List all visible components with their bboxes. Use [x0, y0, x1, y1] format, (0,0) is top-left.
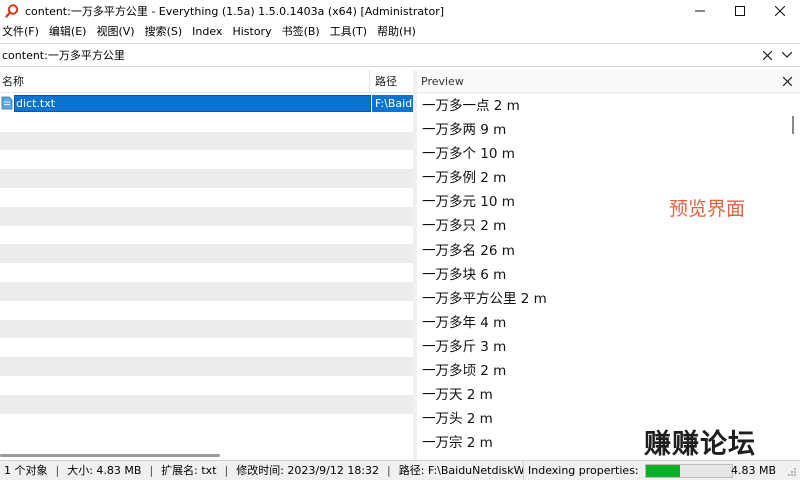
menu-search[interactable]: 搜索(S)	[140, 22, 188, 42]
menu-file[interactable]: 文件(F)	[0, 22, 44, 42]
menu-tools[interactable]: 工具(T)	[325, 22, 372, 42]
results-list: 名称 路径 dict.txt F:\BaiduNetdiskWorkspace	[0, 70, 413, 460]
menu-bar: 文件(F) 编辑(E) 视图(V) 搜索(S) Index History 书签…	[0, 22, 800, 42]
preview-annotation: 预览界面	[669, 198, 746, 220]
close-icon	[775, 6, 785, 16]
empty-row	[0, 394, 413, 414]
preview-line: 一万天 2 m	[422, 387, 493, 404]
text-file-icon	[1, 96, 13, 110]
maximize-icon	[735, 6, 745, 16]
search-dropdown-button[interactable]	[780, 48, 794, 62]
empty-row	[0, 263, 413, 282]
search-input[interactable]	[0, 44, 760, 66]
preview-pane: Preview 一万多一点 2 m 一万多两 9 m 一万多个 10 m 一万多…	[417, 70, 800, 460]
empty-row	[0, 338, 413, 357]
empty-row	[0, 150, 413, 169]
result-rows: dict.txt F:\BaiduNetdiskWorkspace	[0, 94, 413, 434]
column-headers: 名称 路径	[0, 70, 413, 93]
resize-grip-icon[interactable]	[787, 467, 797, 477]
menu-help[interactable]: 帮助(H)	[372, 22, 421, 42]
preview-line: 一万多一点 2 m	[422, 98, 520, 114]
empty-row	[0, 357, 413, 376]
status-modified: 修改时间: 2023/9/12 18:32	[236, 463, 380, 477]
status-path: 路径: F:\BaiduNetdiskWorkspace	[398, 463, 530, 477]
preview-line: 一万多年 4 m	[422, 314, 507, 331]
empty-row	[0, 244, 413, 264]
status-count: 1 个对象	[4, 463, 48, 477]
vertical-scroll-thumb[interactable]	[792, 116, 794, 134]
menu-index[interactable]: Index	[187, 22, 227, 42]
menu-edit[interactable]: 编辑(E)	[44, 22, 92, 42]
preview-line: 一万多块 6 m	[422, 266, 507, 283]
horizontal-scrollbar[interactable]	[0, 451, 413, 460]
everything-app-icon	[5, 4, 19, 18]
chevron-down-icon	[782, 52, 792, 58]
empty-row	[0, 226, 413, 245]
column-header-path[interactable]: 路径	[371, 70, 413, 93]
indexing-status: Indexing properties: 4.83 MB	[523, 461, 800, 480]
status-separator: |	[224, 464, 229, 477]
preview-line: 一万多两 9 m	[422, 122, 507, 139]
horizontal-scroll-thumb[interactable]	[0, 454, 220, 457]
search-bar	[0, 43, 800, 67]
indexing-progress-fill	[645, 465, 681, 477]
window-title: content:一万多平方公里 - Everything (1.5a) 1.5.…	[25, 5, 445, 18]
preview-line: 一万多名 26 m	[422, 242, 515, 259]
menu-history[interactable]: History	[227, 22, 276, 42]
empty-row	[0, 301, 413, 320]
preview-line: 一万多斤 3 m	[422, 338, 507, 355]
empty-row	[0, 414, 413, 433]
preview-title: Preview	[421, 75, 464, 88]
empty-row	[0, 376, 413, 395]
maximize-button[interactable]	[720, 0, 760, 22]
preview-line: 一万多平方公里 2 m	[422, 290, 547, 307]
clear-icon	[762, 50, 772, 60]
status-separator: |	[387, 464, 391, 477]
status-separator: |	[149, 464, 154, 477]
result-row-selected[interactable]: dict.txt F:\BaiduNetdiskWorkspace	[0, 94, 413, 113]
indexing-size: 4.83 MB	[730, 464, 776, 477]
empty-row	[0, 188, 413, 207]
title-bar: content:一万多平方公里 - Everything (1.5a) 1.5.…	[0, 0, 800, 22]
empty-row	[0, 169, 413, 188]
close-icon	[782, 76, 792, 86]
vertical-scrollbar[interactable]	[786, 94, 800, 460]
result-name-cell[interactable]: dict.txt	[14, 95, 371, 112]
empty-row	[0, 206, 413, 226]
minimize-button[interactable]	[680, 0, 720, 22]
empty-row	[0, 113, 413, 132]
minimize-icon	[695, 10, 705, 12]
result-path-cell[interactable]: F:\BaiduNetdiskWorkspace	[372, 95, 413, 112]
menu-bookmarks[interactable]: 书签(B)	[277, 22, 325, 42]
column-header-name[interactable]: 名称	[0, 70, 370, 93]
close-window-button[interactable]	[760, 0, 800, 22]
status-separator: |	[55, 464, 60, 477]
status-bar: 1 个对象 | 大小: 4.83 MB | 扩展名: txt | 修改时间: 2…	[0, 460, 800, 480]
preview-line: 一万多例 2 m	[422, 170, 507, 187]
empty-row	[0, 319, 413, 339]
preview-header: Preview	[417, 70, 800, 93]
menu-view[interactable]: 视图(V)	[91, 22, 139, 42]
close-preview-button[interactable]	[780, 74, 794, 88]
indexing-progress-bar	[644, 464, 733, 478]
status-size: 大小: 4.83 MB	[67, 463, 142, 477]
preview-line: 一万多个 10 m	[422, 146, 515, 163]
preview-content: 一万多一点 2 m 一万多两 9 m 一万多个 10 m 一万多例 2 m 一万…	[422, 94, 782, 455]
clear-search-button[interactable]	[760, 48, 774, 62]
empty-row	[0, 281, 413, 301]
status-extension: 扩展名: txt	[161, 463, 217, 477]
preview-line: 一万多顷 2 m	[422, 363, 507, 380]
watermark: 赚赚论坛	[644, 429, 756, 460]
indexing-label: Indexing properties:	[528, 464, 639, 477]
empty-row	[0, 131, 413, 151]
